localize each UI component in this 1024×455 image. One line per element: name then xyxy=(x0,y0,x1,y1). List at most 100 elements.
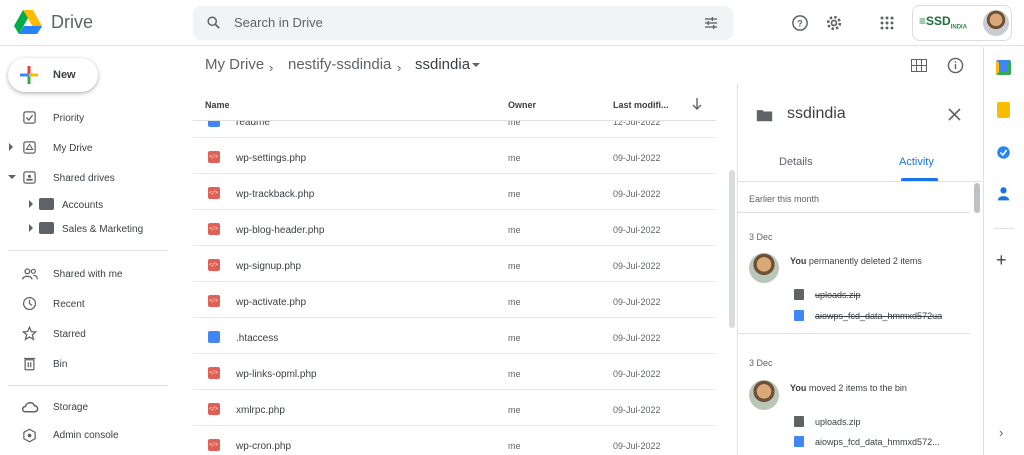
activity-file[interactable]: aiowps_fcd_data_hmmxd572ua xyxy=(815,311,942,321)
file-owner: me xyxy=(508,441,521,451)
file-modified-date: 12-Jul-2022 xyxy=(613,117,661,127)
file-name[interactable]: xmlrpc.php xyxy=(236,405,285,416)
table-row[interactable]: wp-settings.php me 09-Jul-2022 xyxy=(193,138,716,174)
code-file-icon xyxy=(208,439,220,451)
app-title[interactable]: Drive xyxy=(51,12,93,33)
search-icon[interactable] xyxy=(206,15,221,30)
section-label: Earlier this month xyxy=(749,194,820,204)
file-modified-date: 09-Jul-2022 xyxy=(613,297,661,307)
file-owner: me xyxy=(508,189,521,199)
code-file-icon xyxy=(208,151,220,163)
column-header-owner[interactable]: Owner xyxy=(508,100,536,110)
divider xyxy=(193,120,716,121)
file-name[interactable]: readme xyxy=(236,121,270,128)
table-row[interactable]: wp-trackback.php me 09-Jul-2022 xyxy=(193,174,716,210)
activity-date: 3 Dec xyxy=(749,232,773,242)
sort-arrow-icon[interactable] xyxy=(692,98,702,110)
file-name[interactable]: wp-links-opml.php xyxy=(236,369,317,380)
file-modified-date: 09-Jul-2022 xyxy=(613,369,661,379)
activity-file[interactable]: uploads.zip xyxy=(815,290,861,300)
divider xyxy=(738,333,970,334)
add-addon-icon[interactable]: + xyxy=(996,250,1007,270)
caret-down-icon[interactable] xyxy=(472,63,480,67)
doc-file-icon xyxy=(794,436,804,447)
file-modified-date: 09-Jul-2022 xyxy=(613,153,661,163)
chevron-right-icon: › xyxy=(397,60,402,75)
file-name[interactable]: wp-cron.php xyxy=(236,441,291,452)
info-icon[interactable] xyxy=(947,57,964,74)
file-modified-date: 09-Jul-2022 xyxy=(613,441,661,451)
activity-date: 3 Dec xyxy=(749,358,773,368)
zip-file-icon xyxy=(794,289,804,300)
breadcrumb-my-drive[interactable]: My Drive xyxy=(205,56,264,73)
search-options-icon[interactable] xyxy=(703,15,719,31)
file-name[interactable]: wp-signup.php xyxy=(236,261,301,272)
table-row[interactable]: wp-activate.php me 09-Jul-2022 xyxy=(193,282,716,318)
doc-file-icon xyxy=(208,121,220,127)
close-icon[interactable] xyxy=(948,108,961,121)
file-modified-date: 09-Jul-2022 xyxy=(613,225,661,235)
apps-grid-icon[interactable] xyxy=(880,16,894,30)
file-name[interactable]: wp-activate.php xyxy=(236,297,306,308)
file-name[interactable]: wp-blog-header.php xyxy=(236,225,324,236)
keep-icon[interactable] xyxy=(997,102,1010,118)
panel-title: ssdindia xyxy=(787,105,846,122)
file-owner: me xyxy=(508,297,521,307)
divider xyxy=(738,181,982,182)
activity-file[interactable]: aiowps_fcd_data_hmmxd572... xyxy=(815,437,940,447)
file-owner: me xyxy=(508,333,521,343)
svg-text:?: ? xyxy=(797,18,803,28)
file-name[interactable]: .htaccess xyxy=(236,333,278,344)
code-file-icon xyxy=(208,403,220,415)
contacts-icon[interactable] xyxy=(997,186,1010,201)
file-owner: me xyxy=(508,153,521,163)
table-row[interactable]: wp-links-opml.php me 09-Jul-2022 xyxy=(193,354,716,390)
column-header-name[interactable]: Name xyxy=(205,100,230,110)
breadcrumb-current[interactable]: ssdindia xyxy=(415,56,470,73)
file-owner: me xyxy=(508,405,521,415)
activity-description: You permanently deleted 2 items xyxy=(790,256,922,266)
code-file-icon xyxy=(208,187,220,199)
tasks-icon[interactable] xyxy=(996,145,1011,160)
avatar[interactable] xyxy=(983,10,1009,36)
table-row[interactable]: wp-blog-header.php me 09-Jul-2022 xyxy=(193,210,716,246)
drive-logo-icon[interactable] xyxy=(14,9,42,35)
breadcrumb-folder[interactable]: nestify-ssdindia xyxy=(288,56,391,73)
chevron-right-icon: › xyxy=(269,60,274,75)
file-name[interactable]: wp-trackback.php xyxy=(236,189,314,200)
help-icon[interactable]: ? xyxy=(791,14,809,32)
table-row[interactable]: .htaccess me 09-Jul-2022 xyxy=(193,318,716,354)
panel-scrollbar[interactable] xyxy=(974,183,980,213)
activity-description: You moved 2 items to the bin xyxy=(790,383,907,393)
column-header-modified[interactable]: Last modifi... xyxy=(613,100,669,110)
folder-icon xyxy=(756,108,773,122)
activity-file[interactable]: uploads.zip xyxy=(815,417,861,427)
file-owner: me xyxy=(508,369,521,379)
scrollbar[interactable] xyxy=(729,170,735,328)
grid-view-icon[interactable] xyxy=(911,59,927,72)
file-modified-date: 09-Jul-2022 xyxy=(613,405,661,415)
table-row[interactable]: wp-cron.php me 09-Jul-2022 xyxy=(193,426,716,455)
divider xyxy=(738,212,970,213)
chevron-right-icon[interactable]: › xyxy=(999,425,1003,440)
table-row[interactable]: xmlrpc.php me 09-Jul-2022 xyxy=(193,390,716,426)
table-row[interactable]: wp-signup.php me 09-Jul-2022 xyxy=(193,246,716,282)
avatar xyxy=(749,380,779,410)
doc-file-icon xyxy=(794,310,804,321)
tab-details[interactable]: Details xyxy=(779,156,813,168)
file-modified-date: 09-Jul-2022 xyxy=(613,189,661,199)
file-name[interactable]: wp-settings.php xyxy=(236,153,306,164)
search-input[interactable]: Search in Drive xyxy=(234,15,323,30)
settings-gear-icon[interactable] xyxy=(824,13,844,33)
tab-activity[interactable]: Activity xyxy=(899,156,934,168)
code-file-icon xyxy=(208,223,220,235)
plus-icon xyxy=(20,66,38,84)
new-button-label: New xyxy=(53,69,76,81)
code-file-icon xyxy=(208,295,220,307)
calendar-icon[interactable] xyxy=(996,60,1011,75)
divider xyxy=(994,228,1014,229)
file-modified-date: 09-Jul-2022 xyxy=(613,333,661,343)
doc-file-icon xyxy=(208,331,220,343)
file-modified-date: 09-Jul-2022 xyxy=(613,261,661,271)
code-file-icon xyxy=(208,259,220,271)
